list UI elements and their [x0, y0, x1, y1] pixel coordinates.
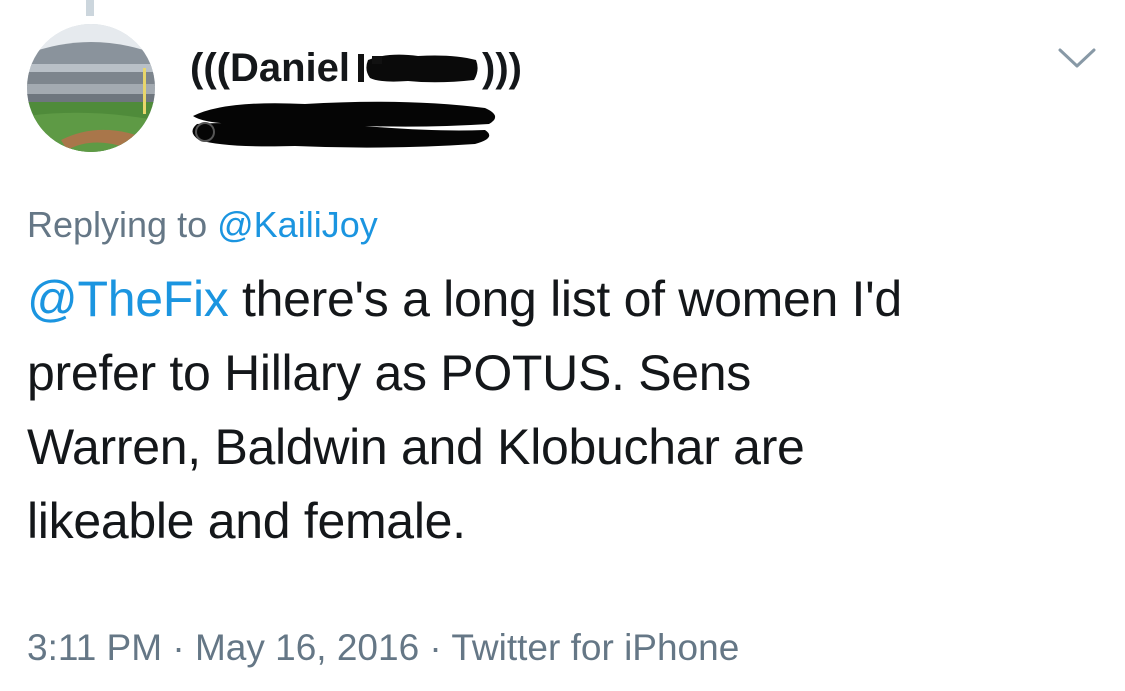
handle-redaction-mark — [185, 94, 505, 157]
tweet-source: Twitter for iPhone — [451, 627, 740, 668]
avatar[interactable] — [27, 24, 155, 152]
tweet: (((Daniel ))) Replying to @KailiJoy @The… — [0, 0, 1125, 691]
display-name-suffix: ))) — [482, 46, 522, 90]
replying-to-label: Replying to — [27, 204, 208, 245]
tweet-text-line-1-rest: there's a long list of women I'd — [228, 271, 902, 327]
tweet-text-line-3: Warren, Baldwin and Klobuchar are — [27, 419, 805, 475]
tweet-date[interactable]: May 16, 2016 — [195, 627, 419, 668]
tweet-text-line-4: likeable and female. — [27, 493, 466, 549]
tweet-meta: 3:11 PM · May 16, 2016 · Twitter for iPh… — [27, 624, 739, 672]
name-redaction-mark — [358, 50, 480, 86]
meta-separator-1: · — [162, 627, 195, 668]
body-mention-link[interactable]: @TheFix — [27, 271, 229, 327]
reply-mention-link[interactable]: @KailiJoy — [217, 204, 378, 245]
tweet-text: @TheFix there's a long list of women I'd… — [27, 262, 1107, 558]
tweet-time[interactable]: 3:11 PM — [27, 627, 162, 668]
thread-connector-line — [86, 0, 94, 16]
replying-to-line: Replying to @KailiJoy — [27, 201, 378, 249]
meta-separator-2: · — [419, 627, 452, 668]
chevron-down-icon[interactable] — [1056, 44, 1098, 74]
display-name-prefix: (((Daniel — [190, 46, 350, 90]
tweet-text-line-2: prefer to Hillary as POTUS. Sens — [27, 345, 751, 401]
tweet-text-line-1: @TheFix there's a long list of women I'd — [27, 262, 1107, 336]
author-display-name[interactable]: (((Daniel ))) — [190, 44, 522, 92]
